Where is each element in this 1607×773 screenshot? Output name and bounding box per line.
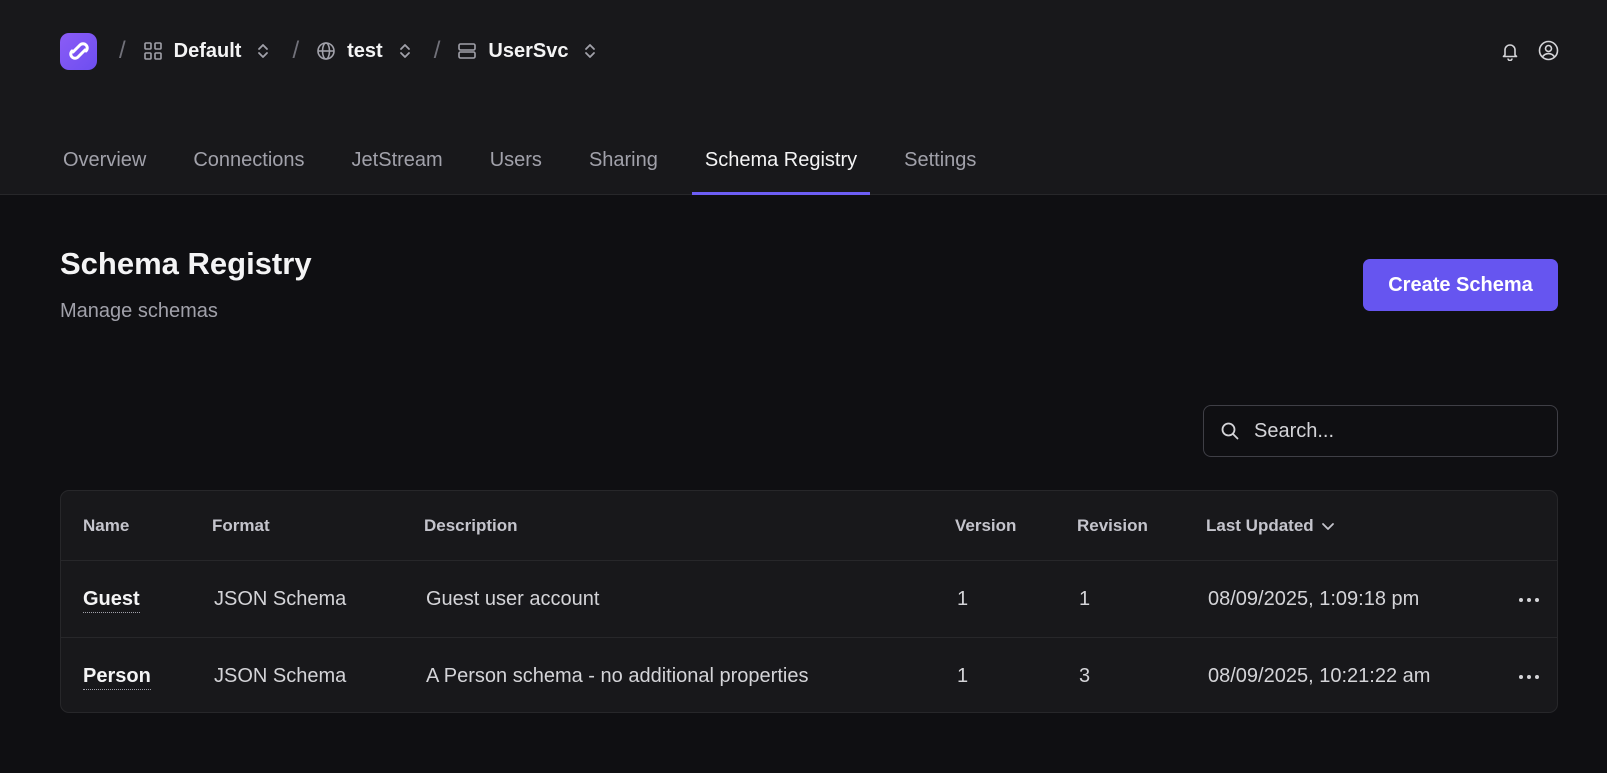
breadcrumb: / Default / test / UserSvc (60, 32, 597, 70)
breadcrumb-separator: / (433, 37, 441, 64)
top-bar: / Default / test / UserSvc Overview Conn… (0, 0, 1607, 195)
schema-name-link[interactable]: Guest (83, 587, 140, 613)
row-revision: 1 (1079, 587, 1091, 610)
header-revision[interactable]: Revision (1077, 516, 1148, 536)
header-description[interactable]: Description (424, 516, 518, 536)
chevron-up-down-icon (258, 44, 269, 58)
create-schema-button[interactable]: Create Schema (1363, 259, 1558, 311)
row-version: 1 (957, 664, 969, 687)
more-horizontal-icon[interactable] (1515, 665, 1541, 688)
tab-overview[interactable]: Overview (50, 140, 159, 195)
row-description: A Person schema - no additional properti… (426, 664, 809, 687)
header-version[interactable]: Version (955, 516, 1016, 536)
row-name-cell: Guest (83, 587, 140, 613)
globe-icon (317, 42, 335, 60)
breadcrumb-account-label: Default (173, 39, 242, 62)
row-revision: 3 (1079, 664, 1091, 687)
search-icon (1221, 422, 1239, 440)
more-horizontal-icon[interactable] (1515, 588, 1541, 611)
nav-tabs: Overview Connections JetStream Users Sha… (50, 140, 1010, 195)
table-header-row: Name Format Description Version Revision… (61, 491, 1557, 561)
chevron-up-down-icon (399, 44, 410, 58)
breadcrumb-system-label: test (347, 39, 383, 62)
page-subtitle: Manage schemas (60, 300, 218, 322)
bell-icon[interactable] (1500, 41, 1520, 61)
table-row: Guest JSON Schema Guest user account 1 1… (61, 561, 1557, 638)
chevron-up-down-icon (585, 44, 596, 58)
row-format: JSON Schema (214, 664, 347, 687)
tab-connections[interactable]: Connections (180, 140, 317, 195)
breadcrumb-separator: / (292, 37, 300, 64)
breadcrumb-service[interactable]: UserSvc (457, 40, 597, 63)
tab-jetstream[interactable]: JetStream (339, 140, 456, 195)
header-format[interactable]: Format (212, 516, 270, 536)
grid-icon (143, 42, 162, 60)
tab-users[interactable]: Users (477, 140, 555, 195)
breadcrumb-account[interactable]: Default (143, 40, 271, 63)
tab-settings[interactable]: Settings (891, 140, 989, 195)
server-icon (458, 43, 477, 59)
row-description: Guest user account (426, 587, 600, 610)
breadcrumb-separator: / (119, 37, 126, 64)
table-row: Person JSON Schema A Person schema - no … (61, 638, 1557, 712)
row-name-cell: Person (83, 664, 151, 690)
search-input[interactable] (1254, 419, 1534, 443)
row-last-updated: 08/09/2025, 10:21:22 am (1208, 664, 1431, 687)
tab-sharing[interactable]: Sharing (576, 140, 671, 195)
synadia-logo-icon[interactable] (60, 32, 97, 70)
header-last-updated-label: Last Updated (1206, 515, 1314, 535)
row-format: JSON Schema (214, 587, 347, 610)
row-last-updated: 08/09/2025, 1:09:18 pm (1208, 587, 1420, 610)
breadcrumb-system[interactable]: test (316, 40, 412, 63)
search-box (1203, 405, 1558, 457)
row-version: 1 (957, 587, 969, 610)
user-circle-icon[interactable] (1538, 40, 1559, 61)
tab-schema-registry[interactable]: Schema Registry (691, 140, 871, 195)
chevron-down-icon (1321, 522, 1334, 530)
header-name[interactable]: Name (83, 516, 129, 536)
schema-table: Name Format Description Version Revision… (60, 490, 1558, 713)
page-title: Schema Registry (60, 246, 312, 281)
breadcrumb-service-label: UserSvc (488, 39, 569, 62)
top-actions (1500, 40, 1559, 61)
schema-name-link[interactable]: Person (83, 664, 151, 690)
header-last-updated[interactable]: Last Updated (1206, 516, 1336, 536)
